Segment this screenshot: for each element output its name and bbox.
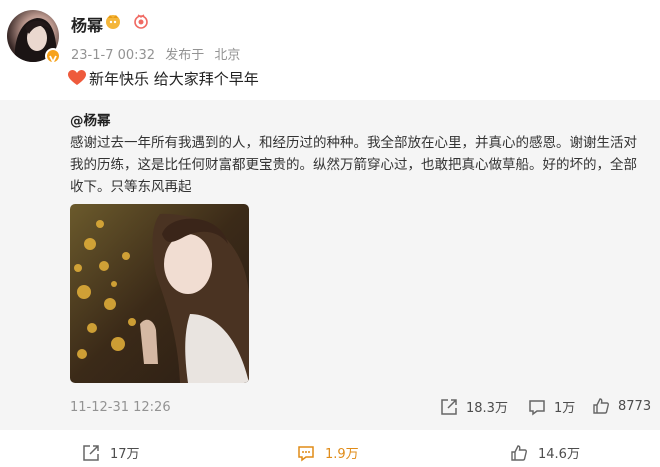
share-icon: [441, 398, 457, 415]
post-body: 新年快乐 给大家拜个早年: [89, 70, 259, 88]
repost-content: @杨幂 感谢过去一年所有我遇到的人，和经历过的种种。我全部放在心里，并真心的感恩…: [70, 110, 645, 198]
post-timestamp[interactable]: 23-1-7 00:32: [71, 48, 155, 63]
thumbs-up-icon: [593, 398, 609, 414]
like-count: 14.6万: [538, 447, 580, 462]
share-count: 18.3万: [466, 401, 508, 416]
verified-v-icon: [45, 48, 61, 65]
repost-timestamp[interactable]: 11-12-31 12:26: [70, 400, 171, 415]
repost-comment-count[interactable]: 1万: [528, 397, 575, 416]
avatar[interactable]: [7, 10, 61, 65]
comment-button[interactable]: 1.9万: [297, 443, 359, 462]
level-icon[interactable]: [133, 13, 149, 29]
post-text: 新年快乐 给大家拜个早年: [68, 68, 259, 89]
heart-emoji: [68, 70, 86, 85]
share-icon: [83, 444, 99, 461]
repost-photo[interactable]: [70, 204, 249, 383]
comment-icon: [529, 399, 545, 415]
vip-crown-icon[interactable]: [104, 12, 122, 30]
comment-icon: [298, 445, 314, 461]
like-count: 8773: [618, 398, 652, 414]
post-meta: 23-1-7 00:32 发布于 北京: [71, 44, 240, 63]
action-bar: 17万 1.9万 14.6万: [0, 430, 660, 467]
username[interactable]: 杨幂: [71, 12, 103, 36]
location: 北京: [214, 48, 241, 63]
comment-count: 1万: [554, 401, 576, 416]
thumbs-up-icon: [511, 444, 527, 461]
repost-author[interactable]: @杨幂: [70, 113, 111, 129]
post-header: 杨幂 23-1-7 00:32 发布于 北京 新年快乐 给大家拜个早年: [0, 0, 660, 100]
location-prefix: 发布于: [165, 48, 205, 63]
repost-text: 感谢过去一年所有我遇到的人，和经历过的种种。我全部放在心里，并真心的感恩。谢谢生…: [70, 135, 637, 195]
repost-like-count[interactable]: 8773: [592, 397, 651, 415]
repost-count: 17万: [110, 447, 140, 462]
repost-button[interactable]: 17万: [82, 443, 140, 462]
like-button[interactable]: 14.6万: [510, 443, 580, 462]
comment-count: 1.9万: [325, 447, 359, 462]
repost-share-count[interactable]: 18.3万: [440, 397, 508, 416]
reposted-card[interactable]: @杨幂 感谢过去一年所有我遇到的人，和经历过的种种。我全部放在心里，并真心的感恩…: [0, 100, 660, 430]
